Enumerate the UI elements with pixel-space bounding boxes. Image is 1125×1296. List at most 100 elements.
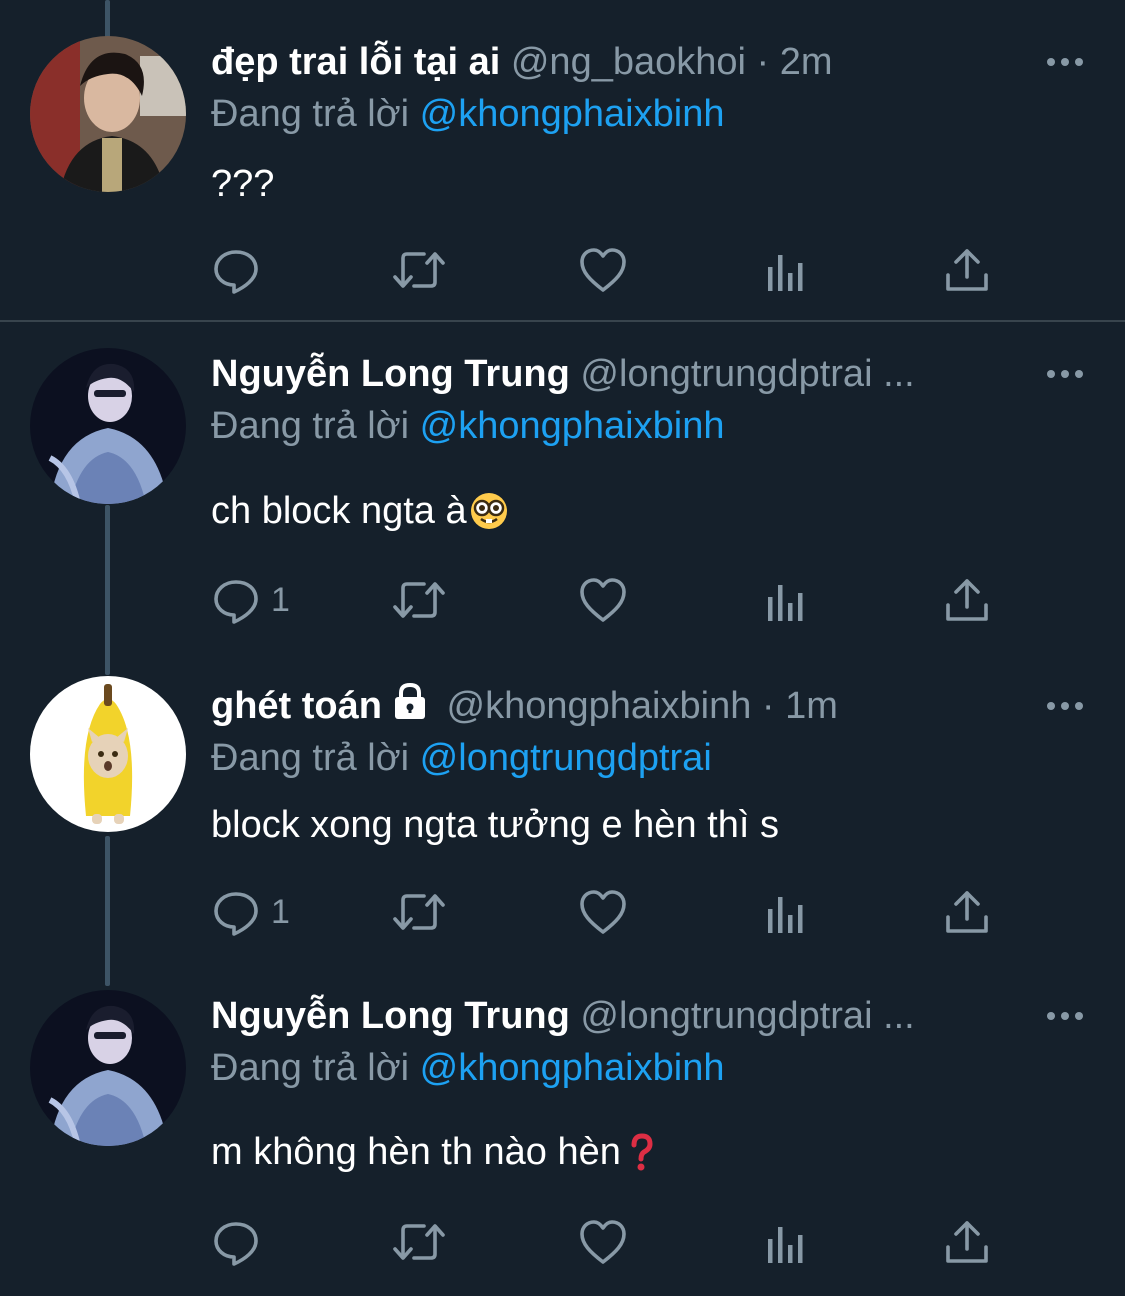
avatar[interactable] <box>30 36 186 192</box>
like-icon <box>580 890 626 934</box>
more-icon[interactable] <box>1045 990 1085 1042</box>
replying-to-label: Đang trả lời <box>211 93 410 135</box>
more-icon[interactable] <box>1045 36 1085 88</box>
share-icon <box>946 249 988 291</box>
analytics-icon <box>768 897 803 933</box>
reply-button[interactable]: 1 <box>211 882 290 942</box>
share-icon <box>946 579 988 621</box>
separator-dot: · <box>756 41 770 83</box>
tweet-header: Nguyễn Long Trung @longtrungdptrai ... <box>211 348 1031 400</box>
tweet-actions <box>211 1212 1011 1272</box>
replying-to-link[interactable]: @khongphaixbinh <box>420 1047 725 1089</box>
thread-line-top <box>105 0 110 40</box>
divider <box>0 320 1125 322</box>
analytics-icon <box>768 585 803 621</box>
reply-icon <box>214 1222 258 1266</box>
user-handle[interactable]: @longtrungdptrai ... <box>580 995 914 1037</box>
like-button[interactable] <box>578 570 628 630</box>
tweet-text: block xong ngta tưởng e hèn thì s <box>211 804 779 846</box>
conversation-timeline: đẹp trai lỗi tại ai @ng_baokhoi · 2m Đan… <box>0 0 1125 1296</box>
tweet[interactable]: ghét toán @khongphaixbinh · 1m Đang trả … <box>0 676 1125 960</box>
avatar-ng-baokhoi-image <box>30 36 186 192</box>
retweet-icon <box>393 894 445 930</box>
red-question-mark-emoji <box>629 1132 655 1185</box>
like-icon <box>580 578 626 622</box>
timestamp[interactable]: 1m <box>785 685 838 727</box>
tweet-text-container: m không hèn th nào hèn <box>211 1127 655 1185</box>
display-name[interactable]: đẹp trai lỗi tại ai <box>211 41 500 83</box>
avatar[interactable] <box>30 348 186 504</box>
timestamp[interactable]: 2m <box>780 41 833 83</box>
replying-to-label: Đang trả lời <box>211 1047 410 1089</box>
avatar[interactable] <box>30 990 186 1146</box>
tweet-text-container: ch block ngta à <box>211 486 509 544</box>
retweet-button[interactable] <box>391 882 447 942</box>
replying-to-link[interactable]: @longtrungdptrai <box>420 737 712 779</box>
avatar-banana-cat-image <box>30 676 186 832</box>
analytics-icon <box>768 1227 803 1263</box>
like-button[interactable] <box>578 1212 628 1272</box>
replying-to-link[interactable]: @khongphaixbinh <box>420 93 725 135</box>
tweet-text: ??? <box>211 163 275 205</box>
replying-to-link[interactable]: @khongphaixbinh <box>420 405 725 447</box>
replying-to: Đang trả lời @khongphaixbinh <box>211 400 724 452</box>
reply-count: 1 <box>271 580 290 619</box>
reply-button[interactable] <box>211 240 271 300</box>
analytics-button[interactable] <box>764 570 808 630</box>
like-button[interactable] <box>578 240 628 300</box>
lock-icon <box>390 681 430 732</box>
replying-to: Đang trả lời @khongphaixbinh <box>211 1042 724 1094</box>
reply-icon <box>214 892 258 936</box>
tweet-actions <box>211 240 1011 300</box>
user-handle[interactable]: @khongphaixbinh <box>447 685 752 727</box>
retweet-icon <box>393 582 445 618</box>
share-button[interactable] <box>944 570 990 630</box>
share-button[interactable] <box>944 1212 990 1272</box>
reply-count: 1 <box>271 892 290 931</box>
tweet-header: Nguyễn Long Trung @longtrungdptrai ... <box>211 990 1031 1042</box>
tweet[interactable]: đẹp trai lỗi tại ai @ng_baokhoi · 2m Đan… <box>0 36 1125 320</box>
tweet-text: m không hèn th nào hèn <box>211 1131 621 1173</box>
replying-to: Đang trả lời @longtrungdptrai <box>211 732 712 784</box>
nerd-face-emoji <box>469 491 509 544</box>
retweet-button[interactable] <box>391 570 447 630</box>
avatar-longtrungdptrai-image <box>30 990 186 1146</box>
tweet-header: ghét toán @khongphaixbinh · 1m <box>211 680 1031 732</box>
analytics-icon <box>768 255 803 291</box>
reply-icon <box>214 580 258 624</box>
analytics-button[interactable] <box>764 240 808 300</box>
analytics-button[interactable] <box>764 882 808 942</box>
retweet-button[interactable] <box>391 240 447 300</box>
retweet-icon <box>393 252 445 288</box>
reply-button[interactable]: 1 <box>211 570 290 630</box>
more-icon[interactable] <box>1045 348 1085 400</box>
more-icon[interactable] <box>1045 680 1085 732</box>
share-button[interactable] <box>944 240 990 300</box>
analytics-button[interactable] <box>764 1212 808 1272</box>
avatar-longtrungdptrai-image <box>30 348 186 504</box>
share-button[interactable] <box>944 882 990 942</box>
tweet-actions: 1 <box>211 570 1011 630</box>
replying-to-label: Đang trả lời <box>211 737 410 779</box>
user-handle[interactable]: @ng_baokhoi <box>511 41 746 83</box>
retweet-icon <box>393 1224 445 1260</box>
share-icon <box>946 1221 988 1263</box>
like-button[interactable] <box>578 882 628 942</box>
tweet[interactable]: Nguyễn Long Trung @longtrungdptrai ... Đ… <box>0 348 1125 648</box>
separator-dot: · <box>761 685 775 727</box>
reply-button[interactable] <box>211 1212 271 1272</box>
display-name[interactable]: Nguyễn Long Trung <box>211 353 570 395</box>
retweet-button[interactable] <box>391 1212 447 1272</box>
display-name[interactable]: Nguyễn Long Trung <box>211 995 570 1037</box>
like-icon <box>580 1220 626 1264</box>
replying-to: Đang trả lời @khongphaixbinh <box>211 88 724 140</box>
display-name[interactable]: ghét toán <box>211 685 382 727</box>
reply-icon <box>214 250 258 294</box>
tweet-header: đẹp trai lỗi tại ai @ng_baokhoi · 2m <box>211 36 1031 88</box>
user-handle[interactable]: @longtrungdptrai ... <box>580 353 914 395</box>
share-icon <box>946 891 988 933</box>
tweet[interactable]: Nguyễn Long Trung @longtrungdptrai ... Đ… <box>0 990 1125 1280</box>
like-icon <box>580 248 626 292</box>
avatar[interactable] <box>30 676 186 832</box>
tweet-text: ch block ngta à <box>211 490 467 532</box>
